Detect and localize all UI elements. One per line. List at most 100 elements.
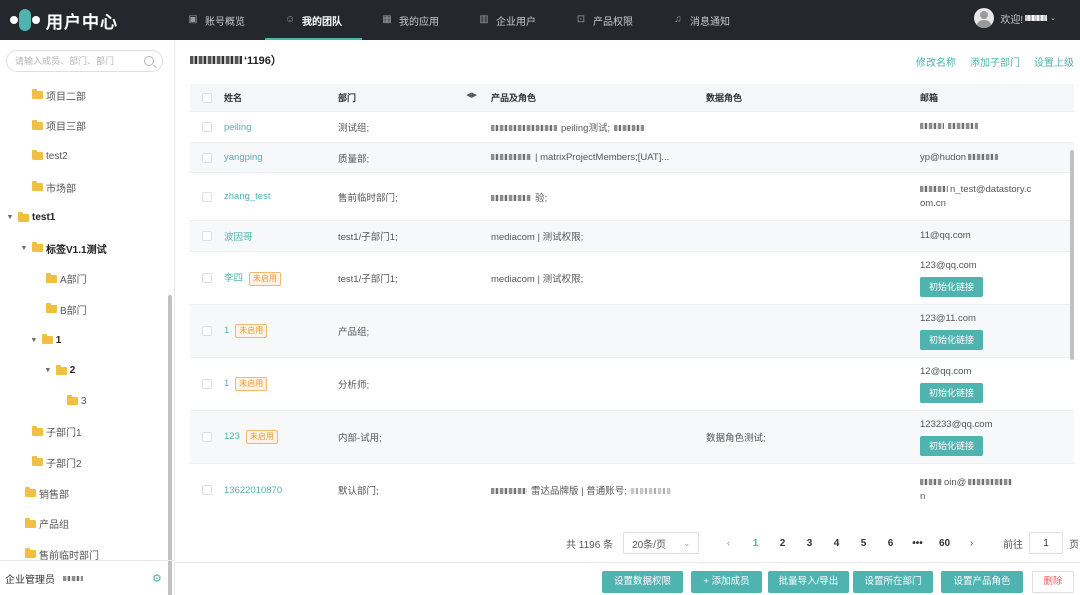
tree-node-11[interactable]: 子部门1: [0, 417, 170, 448]
col-header-email: 邮箱: [920, 92, 939, 103]
page-number-5[interactable]: 6: [877, 538, 904, 549]
email-cell: 11@qq.com: [920, 229, 1060, 243]
page-size-select[interactable]: 20条/页 ⌄: [623, 532, 700, 554]
department-search[interactable]: [6, 50, 163, 72]
avatar[interactable]: [974, 8, 995, 28]
member-name-link[interactable]: 1: [224, 378, 229, 389]
delete-button[interactable]: 删除: [1032, 571, 1074, 593]
tree-node-7[interactable]: B部门: [0, 294, 170, 325]
tree-node-4[interactable]: ▼ test1: [0, 202, 170, 233]
page-jump-input[interactable]: [1029, 532, 1064, 554]
dept-text: 默认部门;: [338, 486, 379, 497]
email-redacted: [968, 479, 1013, 486]
tree-node-1[interactable]: 项目三部: [0, 111, 170, 142]
init-link-button[interactable]: 初始化链接: [920, 436, 984, 456]
member-name-link[interactable]: 13622010870: [224, 485, 282, 496]
tree-node-9[interactable]: ▼ 2: [0, 355, 170, 386]
tree-node-13[interactable]: 销售部: [0, 478, 170, 509]
tree-node-12[interactable]: 子部门2: [0, 447, 170, 478]
caret-down-icon[interactable]: ▼: [19, 245, 29, 252]
page-number-3[interactable]: 4: [823, 538, 850, 549]
name-cell: 123 未启用: [224, 430, 338, 444]
set-data-permission-button[interactable]: 设置数据权限: [602, 571, 683, 593]
dept-action-link-1[interactable]: 添加子部门: [970, 54, 1020, 69]
init-link-button[interactable]: 初始化链接: [920, 330, 984, 350]
status-badge: 未启用: [235, 324, 268, 338]
row-checkbox[interactable]: [202, 231, 212, 241]
product-cell: mediacom | 测试权限;: [491, 271, 706, 285]
dept-action-link-2[interactable]: 设置上级: [1034, 54, 1074, 69]
product-text: mediacom | 测试权限;: [491, 232, 584, 243]
row-checkbox[interactable]: [202, 326, 212, 336]
column-resize-icon[interactable]: ◀▶: [466, 91, 477, 104]
nav-tab-label: 我的团队: [302, 16, 342, 28]
init-link-button[interactable]: 初始化链接: [920, 277, 984, 297]
tree-node-10[interactable]: 3: [0, 386, 170, 417]
row-checkbox[interactable]: [202, 122, 212, 132]
tree-node-5[interactable]: ▼ 标签V1.1测试: [0, 233, 170, 264]
greeting-text: 欢迎!: [1000, 14, 1024, 26]
col-header-dept[interactable]: 部门 ◀▶: [338, 91, 491, 104]
page-number-2[interactable]: 3: [796, 538, 823, 549]
email-line: [920, 120, 1060, 134]
folder-icon: [32, 119, 43, 130]
tree-node-3[interactable]: 市场部: [0, 172, 170, 203]
tree-node-6[interactable]: A部门: [0, 264, 170, 295]
department-search-input[interactable]: [15, 56, 144, 66]
caret-down-icon[interactable]: ▼: [43, 367, 53, 374]
member-name-link[interactable]: peiling: [224, 122, 251, 133]
nav-tab-2[interactable]: ▦ 我的应用: [362, 0, 459, 40]
caret-down-icon[interactable]: ▼: [5, 214, 15, 221]
dept-text: 质量部;: [338, 153, 370, 165]
row-checkbox[interactable]: [202, 273, 212, 283]
page-number-6[interactable]: •••: [904, 538, 931, 549]
add-member-button[interactable]: + 添加成员: [691, 571, 762, 593]
email-line: 123@qq.com: [920, 259, 1060, 273]
user-menu[interactable]: 欢迎! ⌄: [974, 8, 1056, 28]
nav-tab-0[interactable]: ▣ 账号概览: [168, 0, 265, 40]
nav-tab-4[interactable]: ⊡ 产品权限: [556, 0, 653, 40]
logo[interactable]: 用户中心: [0, 8, 168, 33]
next-page-button[interactable]: ›: [958, 538, 985, 549]
product-cell: 验;: [491, 190, 706, 204]
gear-icon[interactable]: ⚙: [152, 574, 162, 585]
member-name-link[interactable]: 李四: [224, 273, 243, 284]
member-name-link[interactable]: yangping: [224, 152, 263, 163]
search-icon[interactable]: [144, 56, 154, 66]
member-name-link[interactable]: zhang_test: [224, 191, 270, 202]
row-check-cell: [190, 231, 224, 241]
prev-page-button[interactable]: ‹: [715, 538, 742, 549]
tree-node-14[interactable]: 产品组: [0, 508, 170, 539]
tree-node-2[interactable]: test2: [0, 141, 170, 172]
row-check-cell: [190, 379, 224, 389]
table-scrollbar[interactable]: [1070, 150, 1074, 360]
member-name-link[interactable]: 1: [224, 325, 229, 336]
nav-tab-5[interactable]: ♫ 消息通知: [653, 0, 750, 40]
name-cell: 1 未启用: [224, 324, 338, 338]
row-checkbox[interactable]: [202, 152, 212, 163]
tree-node-0[interactable]: 项目二部: [0, 80, 170, 111]
tree-node-8[interactable]: ▼ 1: [0, 325, 170, 356]
nav-tab-1[interactable]: ☺ 我的团队: [265, 0, 362, 40]
batch-import-export-button[interactable]: 批量导入/导出: [768, 571, 849, 593]
sidebar-scrollbar[interactable]: [168, 295, 172, 595]
set-department-button[interactable]: 设置所在部门: [853, 571, 933, 593]
chevron-down-icon[interactable]: ⌄: [1050, 14, 1056, 22]
set-product-role-button[interactable]: 设置产品角色: [941, 571, 1023, 593]
page-number-0[interactable]: 1: [742, 538, 769, 549]
row-checkbox[interactable]: [202, 485, 212, 495]
nav-tab-3[interactable]: ▥ 企业用户: [459, 0, 556, 40]
page-number-7[interactable]: 60: [931, 538, 958, 549]
member-name-link[interactable]: 波因哥: [224, 232, 253, 243]
caret-down-icon[interactable]: ▼: [29, 337, 39, 344]
row-checkbox[interactable]: [202, 191, 212, 202]
table-row: zhang_test 售前临时部门; 验; n_test@datastory.c om.…: [190, 173, 1074, 221]
select-all-checkbox[interactable]: [202, 92, 212, 103]
page-number-1[interactable]: 2: [769, 538, 796, 549]
row-checkbox[interactable]: [202, 432, 212, 442]
dept-action-link-0[interactable]: 修改名称: [916, 54, 956, 69]
init-link-button[interactable]: 初始化链接: [920, 383, 984, 403]
page-number-4[interactable]: 5: [850, 538, 877, 549]
row-checkbox[interactable]: [202, 379, 212, 389]
member-name-link[interactable]: 123: [224, 431, 240, 442]
